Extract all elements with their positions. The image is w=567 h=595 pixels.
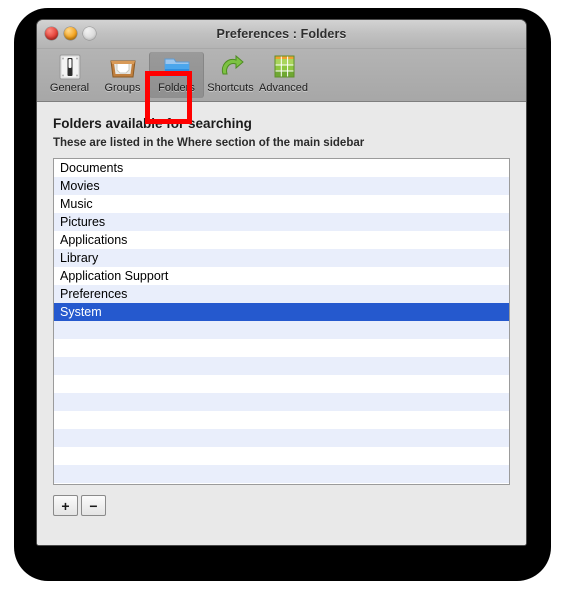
inbox-tray-icon <box>108 53 138 81</box>
page-title: Folders available for searching <box>53 116 252 131</box>
blue-folder-icon <box>162 53 192 81</box>
folder-list-item[interactable]: Documents <box>54 159 509 177</box>
folder-list-empty-row[interactable] <box>54 447 509 465</box>
folder-list-empty-row[interactable] <box>54 429 509 447</box>
folder-list-item[interactable]: Applications <box>54 231 509 249</box>
folder-list-empty-row[interactable] <box>54 321 509 339</box>
folder-list-empty-row[interactable] <box>54 375 509 393</box>
folders-pane: Folders available for searching These ar… <box>37 102 526 545</box>
toolbar-item-shortcuts[interactable]: Shortcuts <box>204 52 257 98</box>
folder-list-item[interactable]: Preferences <box>54 285 509 303</box>
folders-list[interactable]: Documents Movies Music Pictures Applications… <box>53 158 510 485</box>
list-action-buttons: + − <box>53 495 510 516</box>
folder-list-empty-row[interactable] <box>54 465 509 483</box>
toolbar-label-shortcuts: Shortcuts <box>207 82 254 94</box>
toolbar-label-groups: Groups <box>104 82 141 94</box>
toolbar-label-folders: Folders <box>158 82 195 94</box>
folder-list-item[interactable]: Movies <box>54 177 509 195</box>
toolbar-item-folders[interactable]: Folders <box>149 52 204 98</box>
toolbar-label-advanced: Advanced <box>259 82 308 94</box>
folder-list-item-selected[interactable]: System <box>54 303 509 321</box>
page-subtitle: These are listed in the Where section of… <box>53 137 365 149</box>
window-titlebar[interactable]: Preferences : Folders <box>37 20 526 49</box>
folder-list-item[interactable]: Pictures <box>54 213 509 231</box>
folder-list-item[interactable]: Music <box>54 195 509 213</box>
toolbar-item-advanced[interactable]: Advanced <box>257 52 310 98</box>
light-switch-icon <box>55 53 85 81</box>
toolbar-item-general[interactable]: General <box>43 52 96 98</box>
folder-list-empty-row[interactable] <box>54 411 509 429</box>
add-folder-button[interactable]: + <box>53 495 78 516</box>
green-grid-icon <box>269 53 299 81</box>
folder-list-empty-row[interactable] <box>54 339 509 357</box>
green-arrow-icon <box>216 53 246 81</box>
screenshot-root: Preferences : Folders General Groups Fol… <box>0 0 567 595</box>
preferences-toolbar: General Groups Folders Shortcuts Advance… <box>37 49 526 124</box>
toolbar-item-groups[interactable]: Groups <box>96 52 149 98</box>
window-title: Preferences : Folders <box>216 27 347 41</box>
folder-list-empty-row[interactable] <box>54 393 509 411</box>
folder-list-item[interactable]: Library <box>54 249 509 267</box>
folder-list-empty-row[interactable] <box>54 357 509 375</box>
toolbar-label-general: General <box>49 82 90 94</box>
preferences-window: Preferences : Folders General Groups Fol… <box>37 20 526 545</box>
remove-folder-button[interactable]: − <box>81 495 106 516</box>
folder-list-item[interactable]: Application Support <box>54 267 509 285</box>
